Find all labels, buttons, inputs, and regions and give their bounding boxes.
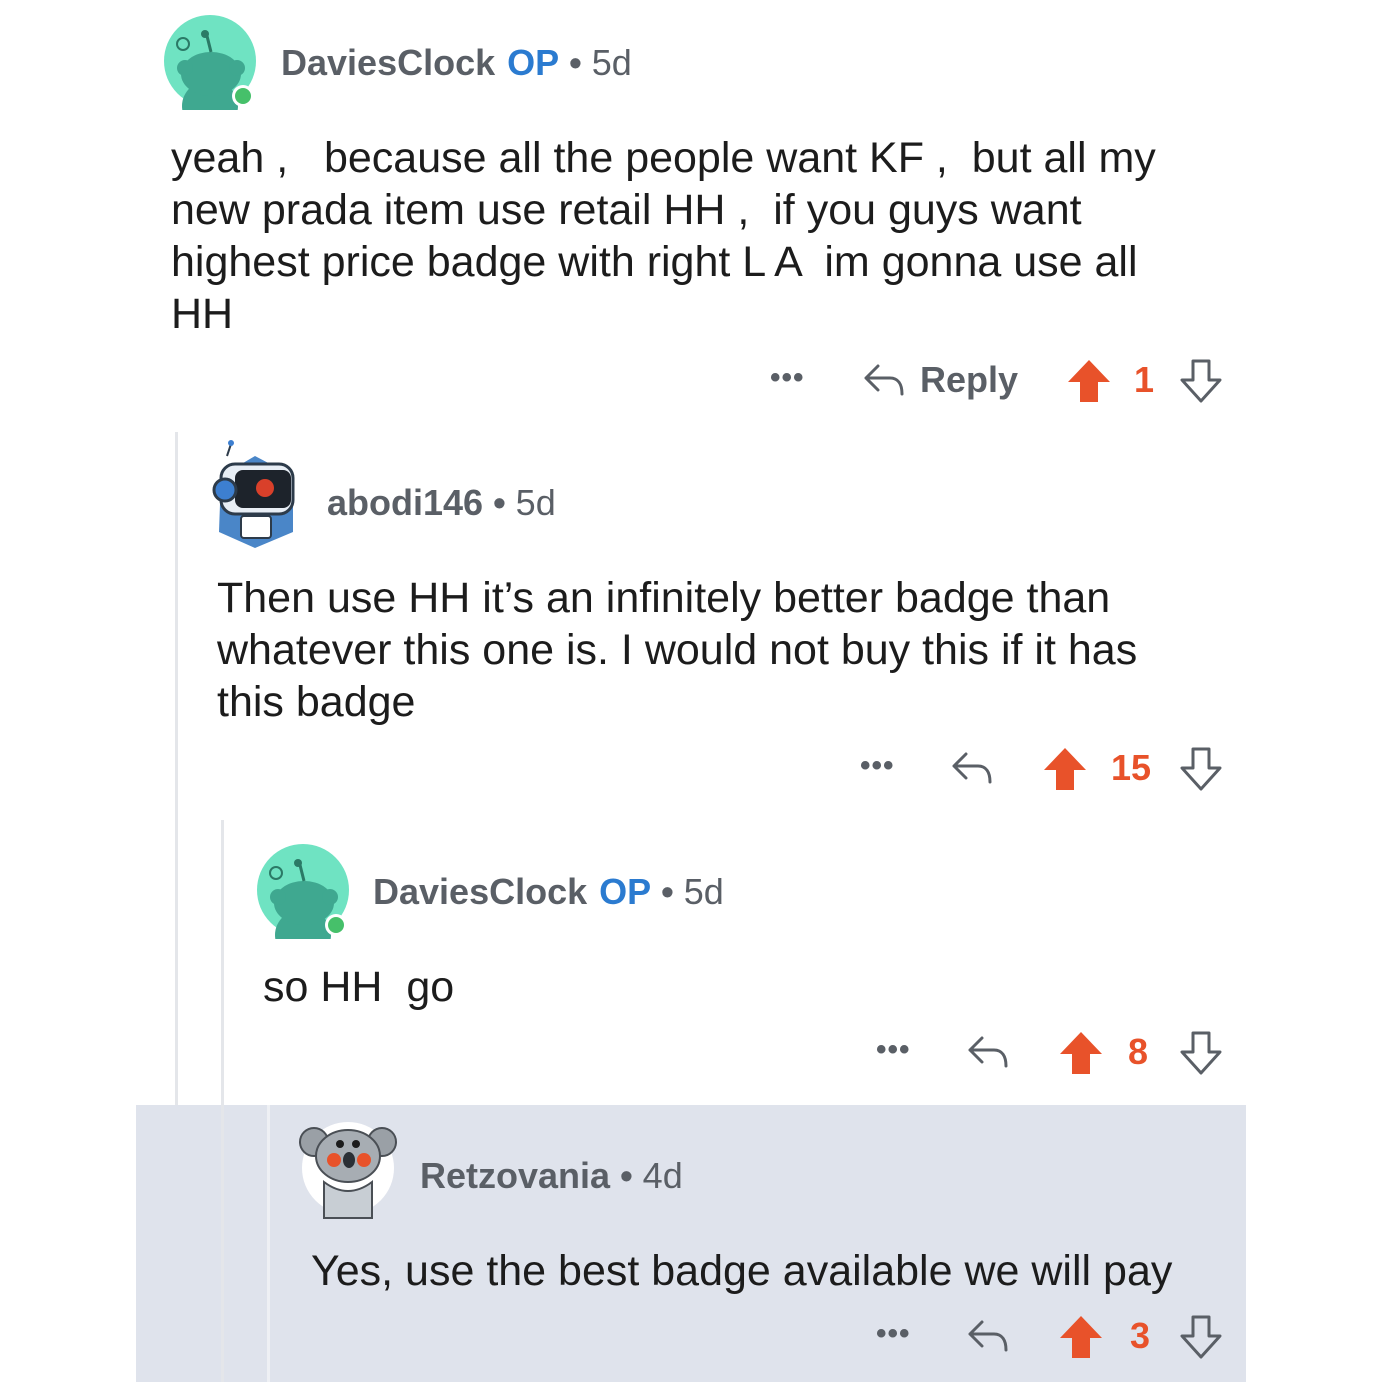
- comment-body: so HH go: [263, 963, 455, 1011]
- reply-icon[interactable]: [966, 1032, 1010, 1072]
- upvote-icon[interactable]: [1042, 746, 1088, 792]
- more-icon[interactable]: •••: [860, 746, 895, 786]
- avatar-retzovania[interactable]: [298, 1110, 398, 1222]
- downvote-icon[interactable]: [1178, 1314, 1224, 1360]
- snoo-avatar-icon: [164, 15, 256, 132]
- username-link[interactable]: DaviesClock: [373, 871, 587, 913]
- downvote-icon[interactable]: [1178, 746, 1224, 792]
- op-badge: OP: [507, 42, 560, 83]
- upvote-icon[interactable]: [1058, 1030, 1104, 1076]
- more-icon[interactable]: •••: [876, 1314, 911, 1354]
- comment-actions: ••• 3: [876, 1314, 1230, 1364]
- username-link[interactable]: abodi146: [327, 482, 483, 524]
- separator-dot: •: [493, 482, 506, 523]
- username-link[interactable]: Retzovania: [420, 1155, 610, 1197]
- upvote-icon[interactable]: [1058, 1314, 1104, 1360]
- reply-icon[interactable]: [966, 1316, 1010, 1356]
- reply-button[interactable]: Reply: [862, 358, 1018, 402]
- avatar-abodi146[interactable]: [207, 436, 303, 550]
- comment-actions: ••• 8: [876, 1030, 1230, 1080]
- reply-label: Reply: [920, 359, 1019, 400]
- downvote-icon[interactable]: [1178, 358, 1224, 404]
- vote-score: 15: [1111, 747, 1152, 788]
- separator-dot: •: [661, 871, 674, 912]
- downvote-icon[interactable]: [1178, 1030, 1224, 1076]
- comment-body: Then use HH it’s an infinitely better ba…: [217, 574, 1138, 726]
- comment-body: yeah , because all the people want KF , …: [171, 134, 1156, 338]
- online-status-dot: [235, 88, 251, 104]
- comment-age: 5d: [515, 482, 556, 523]
- separator-dot: •: [569, 42, 582, 83]
- thread-line-level-2[interactable]: [221, 820, 224, 1382]
- op-badge: OP: [599, 871, 652, 912]
- comment-age: 4d: [642, 1155, 683, 1196]
- comment-header: DaviesClock OP • 5d: [281, 42, 632, 84]
- koala-avatar-icon: [299, 1122, 397, 1219]
- separator-dot: •: [620, 1155, 633, 1196]
- comment-header: DaviesClock OP • 5d: [373, 871, 724, 913]
- comment-actions: ••• 15: [860, 746, 1230, 796]
- vote-score: 8: [1128, 1031, 1149, 1072]
- reply-icon[interactable]: [950, 748, 994, 788]
- avatar-daviesclock[interactable]: [256, 843, 352, 961]
- more-icon[interactable]: •••: [770, 358, 805, 398]
- comment-header: Retzovania • 4d: [420, 1155, 683, 1197]
- thread-line-level-3[interactable]: [267, 1105, 270, 1382]
- snoo-avatar-icon: [257, 844, 349, 961]
- vote-score: 3: [1130, 1315, 1151, 1356]
- comment-header: abodi146 • 5d: [327, 482, 556, 524]
- avatar-daviesclock[interactable]: [163, 14, 259, 132]
- comment-age: 5d: [591, 42, 632, 83]
- upvote-icon[interactable]: [1066, 358, 1112, 404]
- username-link[interactable]: DaviesClock: [281, 42, 495, 84]
- vote-score: 1: [1134, 359, 1155, 400]
- reply-icon: [864, 364, 904, 396]
- comment-age: 5d: [683, 871, 724, 912]
- comment-body: Yes, use the best badge available we wil…: [311, 1247, 1173, 1295]
- comment-actions: ••• Reply 1: [770, 358, 1230, 408]
- more-icon[interactable]: •••: [876, 1030, 911, 1070]
- online-status-dot: [328, 917, 344, 933]
- robot-avatar-icon: [212, 440, 295, 548]
